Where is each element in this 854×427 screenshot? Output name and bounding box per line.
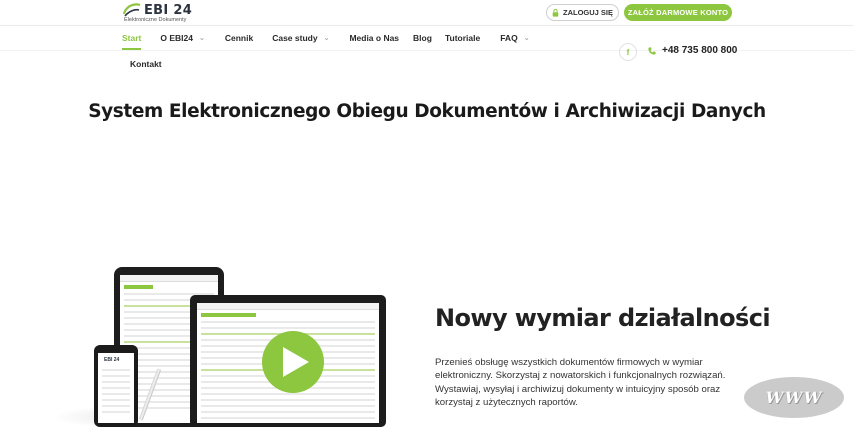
- nav-label: Tutoriale: [444, 33, 481, 43]
- phone-number: +48 735 800 800: [662, 45, 738, 56]
- screen-accent-bar: [201, 313, 256, 317]
- monitor-screen: [197, 303, 379, 423]
- login-label: ZALOGUJ SIĘ: [562, 8, 613, 17]
- phone-contact[interactable]: +48 735 800 800: [648, 45, 737, 56]
- screen-accent-bar: [124, 285, 154, 289]
- facebook-icon[interactable]: f: [619, 43, 637, 61]
- play-video-button[interactable]: [262, 331, 324, 393]
- lock-icon: [552, 8, 559, 17]
- nav-item-kontakt[interactable]: Kontakt: [130, 59, 162, 69]
- nav-item-o-ebi24[interactable]: O EBI24 ⌄: [160, 26, 204, 50]
- nav-label: Case study: [272, 33, 318, 43]
- logo[interactable]: EBI 24 Elektroniczne Dokumenty: [122, 2, 202, 24]
- logo-text: EBI 24: [144, 3, 193, 18]
- nav-item-start[interactable]: Start: [122, 26, 142, 50]
- nav-item-tutoriale[interactable]: Tutoriale: [445, 26, 480, 50]
- nav-item-faq[interactable]: FAQ ⌄: [500, 26, 529, 50]
- screen-topbar: [120, 275, 218, 282]
- nav-label: Cennik: [224, 33, 254, 43]
- nav-item-cennik[interactable]: Cennik: [225, 26, 253, 50]
- devices-illustration: EBI 24: [40, 262, 400, 427]
- phone-image: EBI 24: [94, 345, 138, 427]
- phone-screen: EBI 24: [98, 353, 134, 423]
- main-nav: Start O EBI24 ⌄ Cennik Case study ⌄ Medi…: [122, 26, 530, 50]
- chevron-down-icon: ⌄: [198, 35, 205, 42]
- nav-label: FAQ: [500, 33, 518, 43]
- nav-item-case-study[interactable]: Case study ⌄: [272, 26, 329, 50]
- monitor-image: [190, 295, 386, 427]
- chevron-down-icon: ⌄: [323, 35, 330, 42]
- screen-topbar: [197, 303, 379, 310]
- page-title: System Elektronicznego Obiegu Dokumentów…: [88, 101, 766, 122]
- play-icon: [282, 347, 309, 377]
- nav-label: Blog: [413, 33, 432, 43]
- login-button[interactable]: ZALOGUJ SIĘ: [546, 4, 619, 21]
- register-button[interactable]: ZAŁÓŻ DARMOWE KONTO: [624, 4, 732, 21]
- section-title: Nowy wymiar działalności: [435, 304, 771, 332]
- nav-item-blog[interactable]: Blog: [413, 26, 432, 50]
- nav-item-media-o-nas[interactable]: Media o Nas: [349, 26, 399, 50]
- nav-label: Media o Nas: [349, 33, 400, 43]
- phone-logo: EBI 24: [104, 357, 120, 363]
- nav-label: O EBI24: [160, 33, 193, 43]
- www-badge-text: WWW: [765, 388, 823, 407]
- section-text: Przenieś obsługę wszystkich dokumentów f…: [435, 357, 726, 408]
- nav-label: Start: [122, 33, 142, 43]
- phone-icon: [648, 46, 656, 55]
- www-badge: WWW: [744, 377, 844, 418]
- chevron-down-icon: ⌄: [523, 35, 530, 42]
- logo-swoosh-icon: [122, 3, 141, 17]
- logo-subtitle: Elektroniczne Dokumenty: [124, 17, 187, 23]
